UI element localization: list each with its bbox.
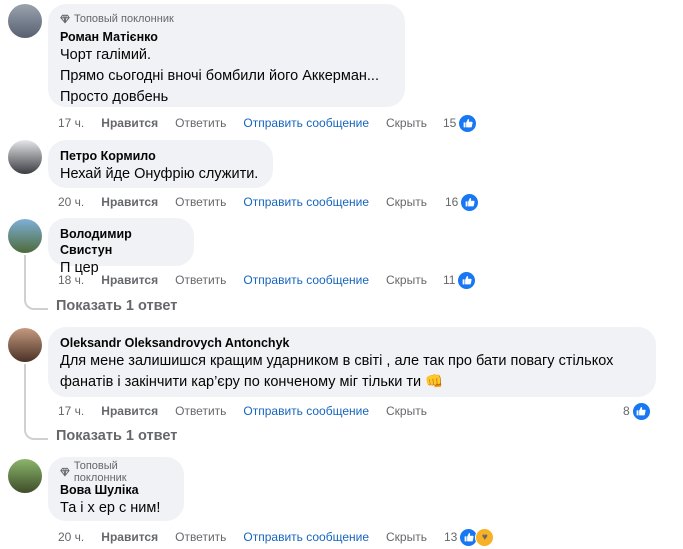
like-button[interactable]: Нравится: [101, 116, 158, 130]
hide-button[interactable]: Скрыть: [386, 404, 427, 418]
comment-author[interactable]: Oleksandr Oleksandrovych Antonchyk: [60, 335, 644, 351]
comment-actions: 18 ч. Нравится Ответить Отправить сообще…: [58, 271, 444, 289]
timestamp[interactable]: 17 ч.: [58, 404, 84, 418]
comment-text-line: Та і х ер с ним!: [60, 500, 161, 516]
hide-button[interactable]: Скрыть: [386, 273, 427, 287]
timestamp[interactable]: 18 ч.: [58, 273, 84, 287]
comment-actions: 17 ч. Нравится Ответить Отправить сообще…: [58, 114, 444, 132]
like-button[interactable]: Нравится: [101, 195, 158, 209]
comment-text-line: Чорт галімий.: [60, 47, 152, 63]
thread-line: [24, 364, 26, 428]
send-message-button[interactable]: Отправить сообщение: [243, 530, 369, 544]
reaction-summary[interactable]: 16: [445, 192, 480, 212]
timestamp[interactable]: 20 ч.: [58, 195, 84, 209]
timestamp[interactable]: 20 ч.: [58, 530, 84, 544]
reaction-summary[interactable]: 11: [443, 270, 477, 290]
like-button[interactable]: Нравится: [101, 530, 158, 544]
top-fan-badge: Топовый поклонник: [60, 12, 393, 26]
avatar[interactable]: [8, 459, 42, 493]
reaction-count: 13: [444, 530, 458, 544]
thumbs-up-icon: [457, 270, 477, 290]
reaction-count: 11: [443, 273, 456, 287]
send-message-button[interactable]: Отправить сообщение: [243, 273, 369, 287]
hide-button[interactable]: Скрыть: [386, 530, 427, 544]
comment-actions: 20 ч. Нравится Ответить Отправить сообще…: [58, 193, 444, 211]
avatar[interactable]: [8, 328, 42, 362]
comment-author[interactable]: Роман Матієнко: [60, 29, 393, 45]
avatar[interactable]: [8, 4, 42, 38]
show-replies-link[interactable]: Показать 1 ответ: [56, 428, 177, 444]
reply-button[interactable]: Ответить: [175, 404, 226, 418]
reply-button[interactable]: Ответить: [175, 273, 226, 287]
reaction-count: 16: [445, 195, 459, 209]
comment-bubble: Oleksandr Oleksandrovych Antonchyk Для м…: [48, 327, 656, 397]
comment-text-line: Прямо сьогодні вночі бомбили його Аккерм…: [60, 68, 379, 84]
reply-button[interactable]: Ответить: [175, 195, 226, 209]
reaction-summary[interactable]: 15: [443, 113, 478, 133]
comment-bubble: Топовый поклонник Вова Шуліка Та і х ер …: [48, 457, 184, 521]
comment-bubble: Петро Кормило Нехай йде Онуфрію служити.: [48, 140, 273, 188]
comment-actions: 17 ч. Нравится Ответить Отправить сообще…: [58, 402, 444, 420]
send-message-button[interactable]: Отправить сообщение: [243, 195, 369, 209]
comment-text-line: фанатів і закінчити кар’єру по конченому…: [60, 374, 444, 390]
avatar[interactable]: [8, 219, 42, 253]
comment-author[interactable]: Вова Шуліка: [60, 482, 172, 498]
timestamp[interactable]: 17 ч.: [58, 116, 84, 130]
hide-button[interactable]: Скрыть: [386, 116, 427, 130]
thumbs-up-icon: [631, 401, 651, 421]
reaction-count: 8: [623, 404, 630, 418]
like-button[interactable]: Нравится: [101, 273, 158, 287]
comment-author[interactable]: Петро Кормило: [60, 148, 261, 164]
diamond-icon: [60, 467, 70, 477]
hide-button[interactable]: Скрыть: [386, 195, 427, 209]
thread-line: [24, 255, 26, 298]
show-replies-link[interactable]: Показать 1 ответ: [56, 298, 177, 314]
comment-actions: 20 ч. Нравится Ответить Отправить сообще…: [58, 528, 444, 546]
reaction-summary[interactable]: 13 ♥: [444, 527, 495, 547]
reply-button[interactable]: Ответить: [175, 530, 226, 544]
thumbs-up-icon: [460, 192, 480, 212]
like-button[interactable]: Нравится: [101, 404, 158, 418]
care-emoji-icon: ♥: [475, 527, 495, 547]
thumbs-up-icon: [458, 113, 478, 133]
thread-connector: [24, 428, 48, 440]
comment-author[interactable]: Володимир Свистун: [60, 226, 182, 258]
reaction-count: 15: [443, 116, 457, 130]
comment-bubble: Топовый поклонник Роман Матієнко Чорт га…: [48, 4, 405, 107]
thread-connector: [24, 298, 48, 310]
diamond-icon: [60, 14, 70, 24]
top-fan-badge: Топовый поклонник: [60, 460, 172, 484]
comment-text-line: Нехай йде Онуфрію служити.: [60, 166, 259, 182]
reply-button[interactable]: Ответить: [175, 116, 226, 130]
send-message-button[interactable]: Отправить сообщение: [243, 116, 369, 130]
comment-text-line: Просто довбень: [60, 89, 169, 105]
reaction-summary[interactable]: 8: [623, 401, 651, 421]
comment-bubble: Володимир Свистун П цер: [48, 218, 194, 276]
comment-text-line: Для мене залишишся кращим ударником в св…: [60, 353, 614, 369]
avatar[interactable]: [8, 140, 42, 174]
send-message-button[interactable]: Отправить сообщение: [243, 404, 369, 418]
